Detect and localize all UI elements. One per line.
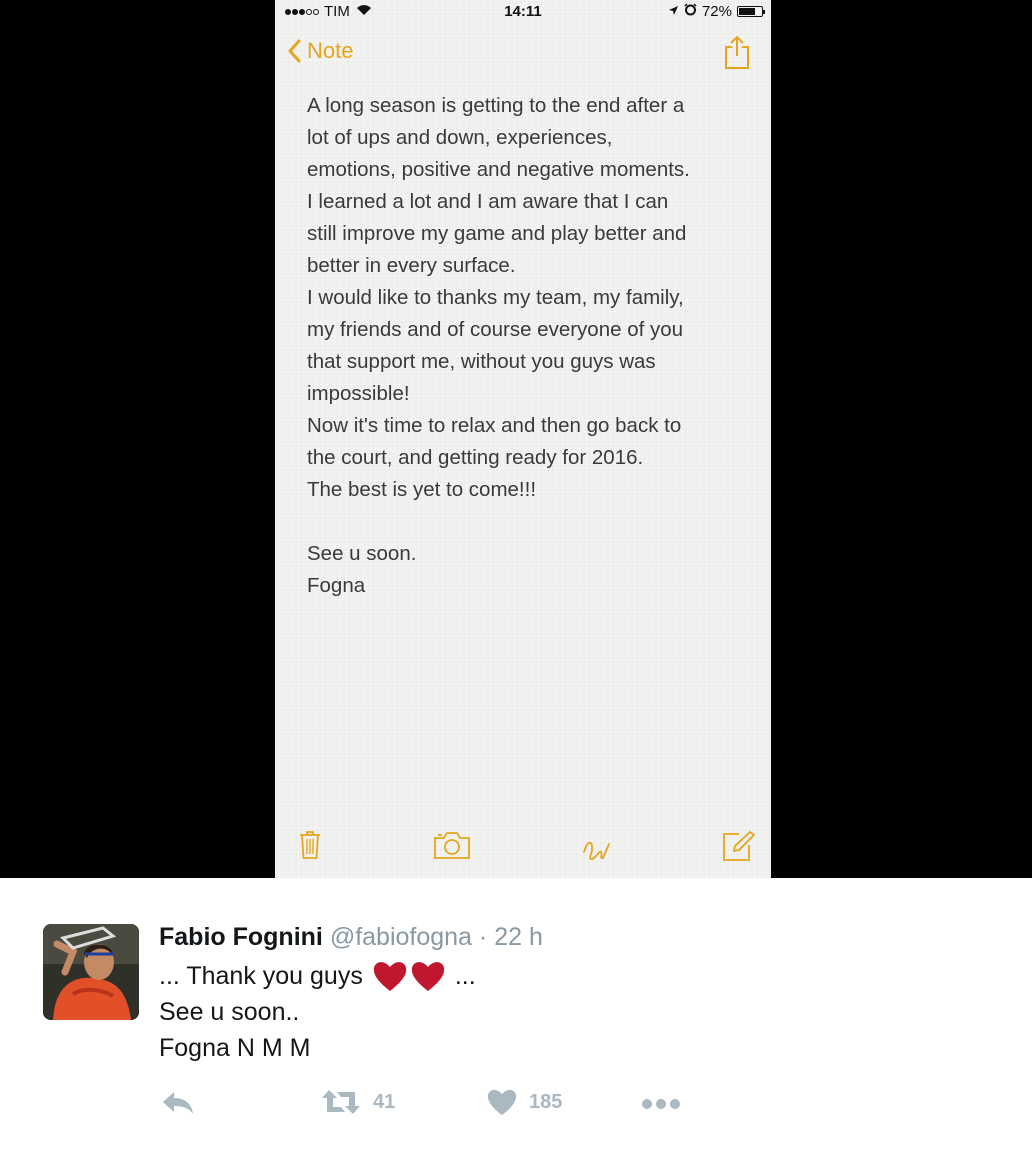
retweet-count: 41: [373, 1090, 396, 1113]
avatar[interactable]: [43, 924, 139, 1020]
camera-icon: [434, 832, 470, 859]
back-button-label: Note: [307, 38, 354, 63]
note-line: Now it's time to relax and then go back …: [307, 414, 682, 437]
tweet-line-1-suffix: ...: [454, 962, 476, 990]
note-line: Fogna: [307, 574, 366, 597]
sketch-icon: [583, 841, 610, 860]
tweet-header: Fabio Fognini @fabiofogna · 22 h: [159, 923, 543, 952]
retweet-button[interactable]: 41: [321, 1088, 395, 1116]
like-button[interactable]: 185: [487, 1088, 562, 1116]
author-handle[interactable]: @fabiofogna: [330, 923, 472, 951]
hearts-emoji: [371, 960, 447, 992]
sketch-button[interactable]: [581, 832, 613, 867]
camera-button[interactable]: [433, 830, 471, 865]
tweet-line: ... Thank you guys ...: [159, 958, 476, 994]
tweet-line-1-prefix: ... Thank you guys: [159, 962, 363, 990]
note-line: The best is yet to come!!!: [307, 478, 537, 501]
more-button[interactable]: [641, 1098, 681, 1110]
tweet-line-2: See u soon..: [159, 998, 300, 1026]
note-navigation-bar: Note: [275, 30, 771, 76]
note-line: my friends and of course everyone of you: [307, 318, 684, 341]
compose-button[interactable]: [721, 830, 756, 867]
trash-button[interactable]: [299, 830, 321, 865]
note-line: [307, 506, 747, 538]
note-toolbar: [275, 818, 771, 878]
note-line: A long season is getting to the end afte…: [307, 94, 685, 117]
tweet-timestamp[interactable]: · 22 h: [479, 923, 543, 951]
note-body[interactable]: A long season is getting to the end afte…: [307, 90, 747, 602]
reply-button[interactable]: [161, 1090, 195, 1116]
tweet: Fabio Fognini @fabiofogna · 22 h ... Tha…: [0, 878, 1032, 1164]
like-count: 185: [529, 1090, 563, 1113]
status-right-group: 72%: [668, 3, 765, 20]
status-bar: TIM 14:11 72%: [275, 0, 771, 24]
reply-icon: [163, 1092, 193, 1114]
author-name[interactable]: Fabio Fognini: [159, 923, 323, 951]
note-line: that support me, without you guys was: [307, 350, 656, 373]
note-line: impossible!: [307, 382, 410, 405]
heart-emoji-icon: [411, 962, 444, 991]
location-arrow-icon: [668, 3, 679, 20]
trash-icon: [300, 831, 320, 859]
tweet-actions: 41 185: [159, 1086, 719, 1126]
battery-icon: [737, 6, 765, 17]
like-heart-icon: [487, 1089, 517, 1116]
note-line: I would like to thanks my team, my famil…: [307, 286, 684, 309]
note-line: still improve my game and play better an…: [307, 222, 687, 245]
note-line: the court, and getting ready for 2016.: [307, 446, 644, 469]
compose-icon: [723, 830, 756, 861]
more-dots-icon: [642, 1099, 680, 1109]
share-button[interactable]: [723, 34, 751, 75]
tweet-line-3: Fogna N M M: [159, 1034, 311, 1062]
note-line: See u soon.: [307, 542, 417, 565]
note-line: I learned a lot and I am aware that I ca…: [307, 190, 669, 213]
tweet-media-image[interactable]: TIM 14:11 72% Note A long season is gett…: [0, 0, 1032, 878]
back-button[interactable]: Note: [287, 38, 353, 64]
note-line: lot of ups and down, experiences,: [307, 126, 613, 149]
phone-screenshot: TIM 14:11 72% Note A long season is gett…: [275, 0, 771, 878]
note-line: emotions, positive and negative moments.: [307, 158, 690, 181]
note-line: better in every surface.: [307, 254, 516, 277]
chevron-left-icon: [288, 39, 301, 63]
alarm-icon: [684, 3, 697, 20]
battery-percent: 72%: [701, 3, 732, 20]
retweet-icon: [322, 1090, 360, 1114]
share-icon: [725, 35, 749, 69]
tweet-text: ... Thank you guys ... See u soon.. Fogn…: [159, 958, 476, 1066]
heart-emoji-icon: [373, 962, 406, 991]
